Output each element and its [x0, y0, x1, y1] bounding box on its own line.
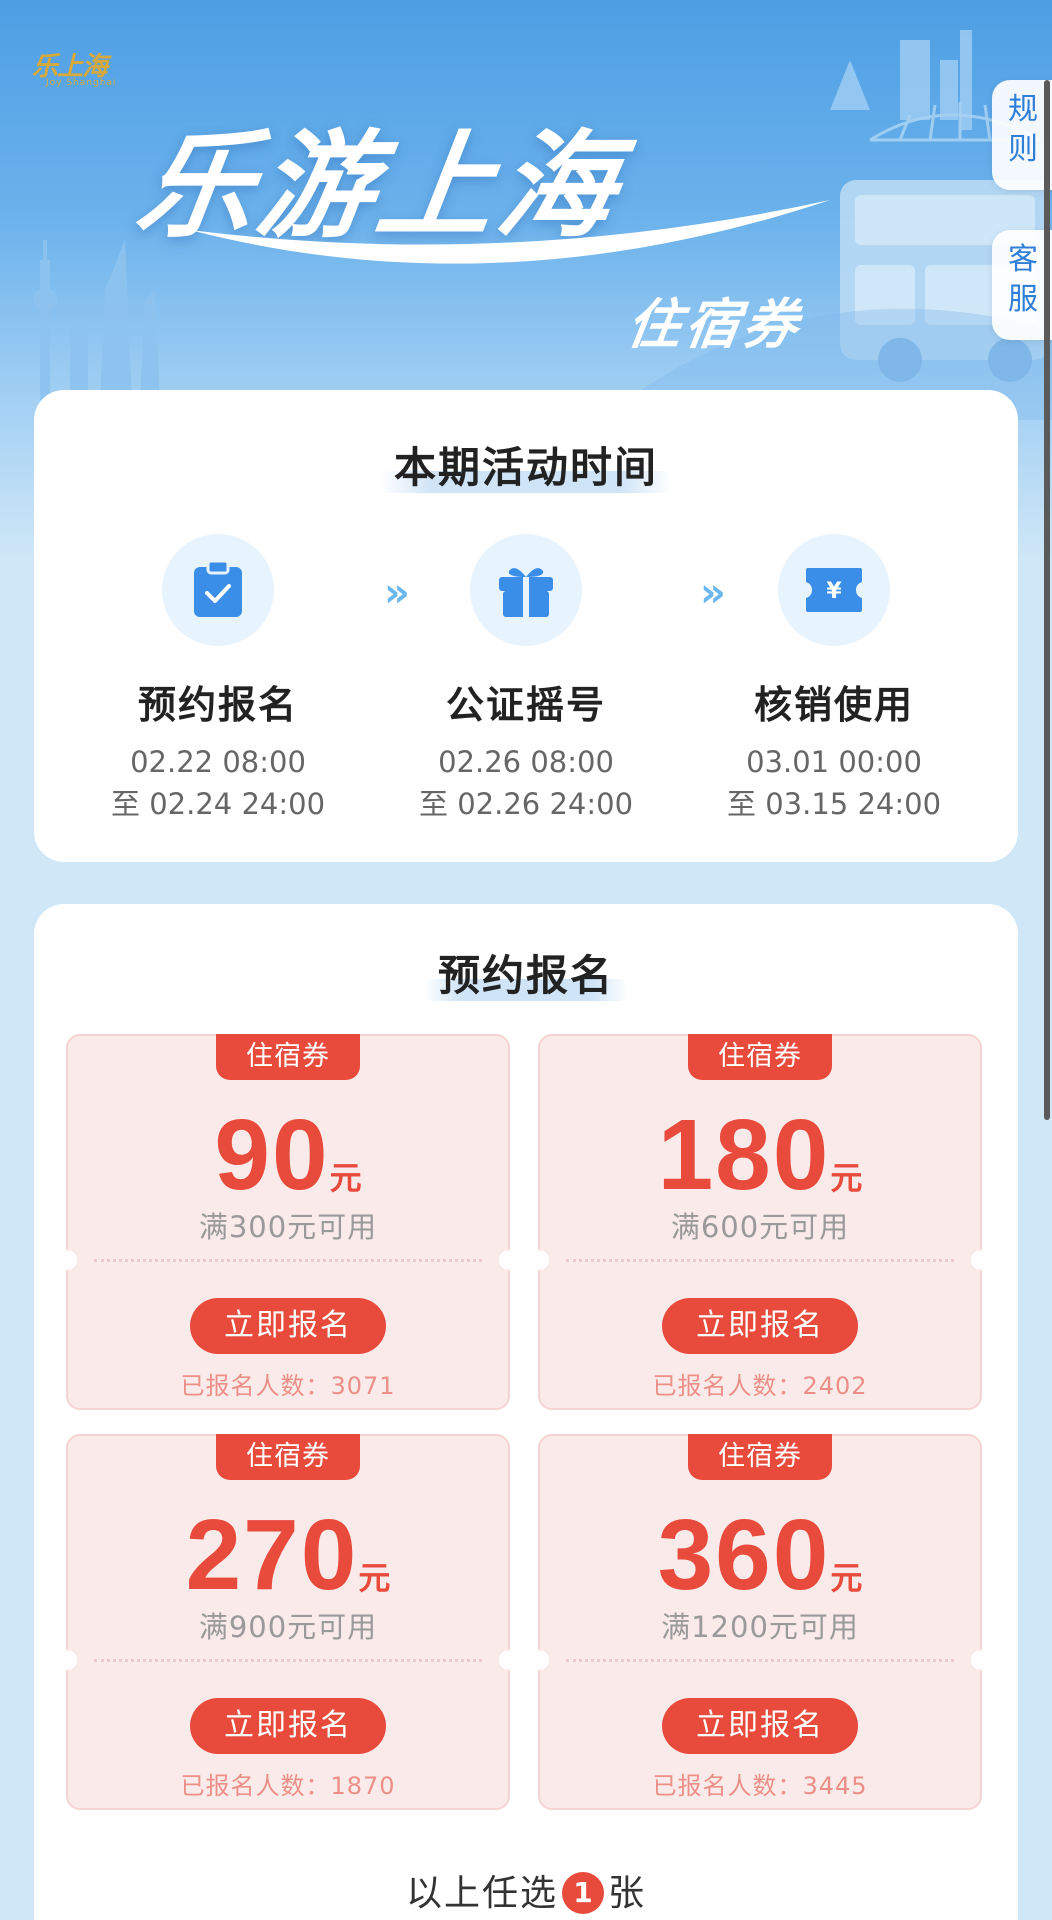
gift-icon	[470, 534, 582, 646]
voucher-divider	[566, 1259, 954, 1262]
step-lottery: 公证摇号 02.26 08:00 至 02.26 24:00	[376, 534, 676, 825]
voucher-divider	[94, 1659, 482, 1662]
voucher-tag: 住宿券	[688, 1034, 832, 1080]
campaign-subtitle: 住宿券	[622, 293, 806, 356]
voucher-condition: 满1200元可用	[661, 1610, 859, 1644]
step-end-time: 至 02.24 24:00	[110, 787, 326, 821]
page-scrollbar[interactable]	[1044, 80, 1050, 1120]
service-tab-char-2: 服	[1008, 282, 1038, 317]
voucher-divider	[94, 1259, 482, 1262]
voucher-amount: 90元	[214, 1099, 362, 1211]
voucher-card: 住宿券 360元 满1200元可用 立即报名 已报名人数：3445	[529, 1434, 991, 1810]
voucher-amount: 180元	[657, 1099, 863, 1211]
signup-count: 已报名人数：1870	[180, 1772, 396, 1800]
voucher-condition: 满300元可用	[198, 1210, 378, 1244]
signup-card: 预约报名 住宿券 90元 满300元可用 立即报名 已报名人数：3071 住宿券…	[34, 904, 1018, 1920]
service-tab-char-1: 客	[1008, 242, 1038, 277]
voucher-card: 住宿券 90元 满300元可用 立即报名 已报名人数：3071	[57, 1034, 519, 1410]
signup-button[interactable]: 立即报名	[662, 1698, 858, 1754]
schedule-title: 本期活动时间	[34, 434, 1018, 495]
voucher-card: 住宿券 270元 满900元可用 立即报名 已报名人数：1870	[57, 1434, 519, 1810]
step-end-time: 至 03.15 24:00	[726, 787, 942, 821]
signup-count: 已报名人数：3071	[180, 1372, 396, 1400]
step-redeem: ¥ 核销使用 03.01 00:00 至 03.15 24:00	[684, 534, 984, 825]
selection-count-badge: 1	[562, 1872, 604, 1914]
rules-tab-char-2: 则	[1008, 132, 1038, 167]
step-label: 预约报名	[137, 683, 298, 727]
voucher-amount: 360元	[657, 1499, 863, 1611]
signup-button[interactable]: 立即报名	[190, 1298, 386, 1354]
voucher-amount: 270元	[185, 1499, 391, 1611]
selection-note-suffix: 张	[608, 1873, 647, 1914]
rules-tab[interactable]: 规 则	[992, 80, 1052, 190]
signup-button[interactable]: 立即报名	[190, 1698, 386, 1754]
voucher-tag: 住宿券	[216, 1434, 360, 1480]
step-start-time: 03.01 00:00	[746, 745, 922, 779]
step-end-time: 至 02.26 24:00	[418, 787, 634, 821]
signup-button[interactable]: 立即报名	[662, 1298, 858, 1354]
voucher-divider	[566, 1659, 954, 1662]
step-start-time: 02.26 08:00	[438, 745, 614, 779]
title-swoosh-decoration	[190, 200, 830, 264]
clipboard-check-icon	[162, 534, 274, 646]
signup-title: 预约报名	[34, 942, 1018, 1003]
step-label: 核销使用	[753, 683, 914, 727]
yuan-ticket-icon: ¥	[778, 534, 890, 646]
voucher-card: 住宿券 180元 满600元可用 立即报名 已报名人数：2402	[529, 1034, 991, 1410]
voucher-tag: 住宿券	[688, 1434, 832, 1480]
step-signup: 预约报名 02.22 08:00 至 02.24 24:00	[68, 534, 368, 825]
selection-limit-note: 以上任选 1 张	[34, 1864, 1018, 1916]
brand-logo-subtitle: Joy Shanghai	[46, 78, 117, 88]
svg-text:¥: ¥	[826, 579, 842, 604]
selection-note-prefix: 以上任选	[405, 1873, 558, 1914]
customer-service-tab[interactable]: 客 服	[992, 230, 1052, 340]
voucher-condition: 满600元可用	[670, 1210, 850, 1244]
step-start-time: 02.22 08:00	[130, 745, 306, 779]
voucher-condition: 满900元可用	[198, 1610, 378, 1644]
step-label: 公证摇号	[445, 683, 606, 727]
schedule-steps: 预约报名 02.22 08:00 至 02.24 24:00 » 公证摇号 02…	[34, 534, 1018, 824]
voucher-tag: 住宿券	[216, 1034, 360, 1080]
rules-tab-char-1: 规	[1008, 92, 1038, 127]
signup-count: 已报名人数：3445	[652, 1772, 868, 1800]
signup-count: 已报名人数：2402	[652, 1372, 868, 1400]
schedule-card: 本期活动时间 预约报名 02.22 08:00 至 02.24 24:00 »	[34, 390, 1018, 862]
